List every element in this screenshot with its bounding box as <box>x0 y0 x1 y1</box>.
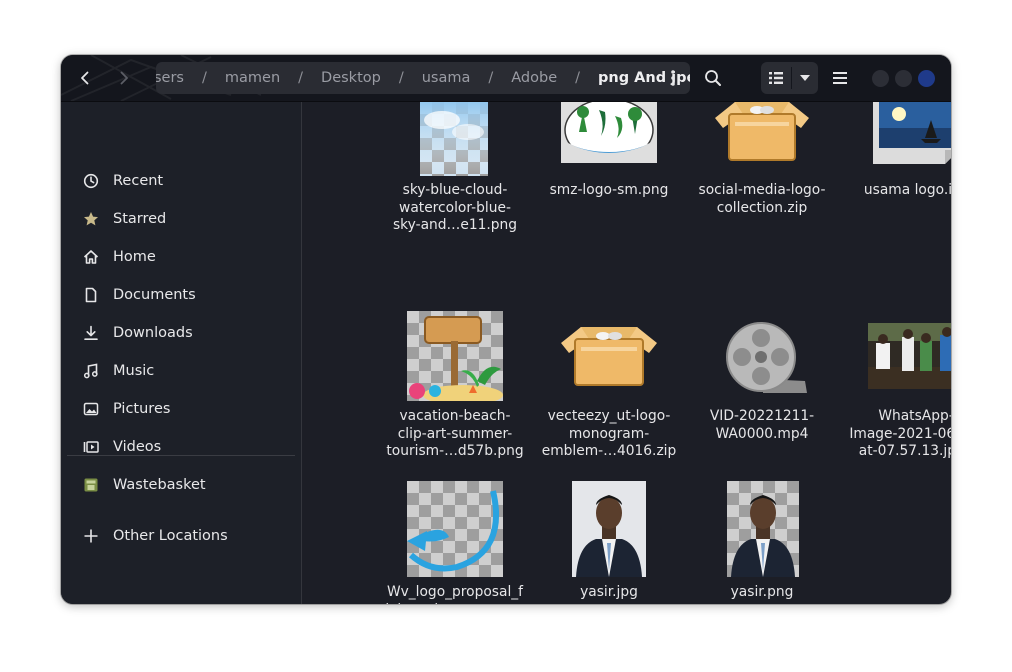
sidebar-item-label: Documents <box>113 287 196 303</box>
music-icon <box>81 361 101 381</box>
sidebar-item-music[interactable]: Music <box>69 354 293 388</box>
chevron-down-icon <box>800 75 810 81</box>
image-thumbnail <box>407 481 503 577</box>
file-name: usama logo.ico <box>863 182 951 198</box>
archive-icon <box>561 327 657 389</box>
breadcrumb-separator: / <box>298 70 304 86</box>
sidebar-item-other-locations[interactable]: Other Locations <box>69 519 293 553</box>
sidebar-item-label: Starred <box>113 211 167 227</box>
video-file-icon <box>717 321 809 393</box>
plus-icon <box>81 526 101 546</box>
main-menu-button[interactable] <box>827 64 853 92</box>
image-thumbnail <box>561 102 657 163</box>
breadcrumb-separator: / <box>575 70 581 86</box>
minimize-button[interactable] <box>872 70 889 87</box>
sidebar-item-label: Videos <box>113 439 162 455</box>
file-grid: sky-blue-cloud- watercolor-blue- sky-and… <box>302 102 951 604</box>
file-item[interactable]: yasir.jpg <box>536 481 682 604</box>
hamburger-menu-icon <box>833 72 847 84</box>
breadcrumb-users[interactable]: sers <box>156 70 188 86</box>
search-icon <box>705 70 721 86</box>
file-name: Wv_logo_proposal_f lying_plane_wo_text .… <box>385 584 524 604</box>
sidebar-item-recent[interactable]: Recent <box>69 164 293 198</box>
list-view-button[interactable] <box>761 64 791 92</box>
chevron-left-icon <box>81 71 89 85</box>
breadcrumb-usama[interactable]: usama <box>418 70 475 86</box>
sidebar-item-downloads[interactable]: Downloads <box>69 316 293 350</box>
sidebar-item-label: Other Locations <box>113 528 228 544</box>
sidebar-item-label: Recent <box>113 173 164 189</box>
file-name: smz-logo-sm.png <box>549 182 669 198</box>
back-button[interactable] <box>70 64 100 92</box>
kebab-menu-icon <box>671 70 675 86</box>
file-name: social-media-logo- collection.zip <box>698 182 826 216</box>
sidebar-item-pictures[interactable]: Pictures <box>69 392 293 426</box>
file-item[interactable]: smz-logo-sm.png <box>536 102 682 222</box>
star-icon <box>81 209 101 229</box>
list-view-icon <box>769 72 783 84</box>
file-manager-window: sers / mamen / Desktop / usama / Adobe /… <box>61 55 951 604</box>
sidebar-divider <box>67 455 295 456</box>
picture-icon <box>81 399 101 419</box>
breadcrumb-mamen[interactable]: mamen <box>221 70 284 86</box>
sidebar-item-starred[interactable]: Starred <box>69 202 293 236</box>
image-thumbnail <box>868 323 951 389</box>
sidebar-item-label: Wastebasket <box>113 477 206 493</box>
image-thumbnail <box>572 481 646 577</box>
file-name: WhatsApp- Image-2021-06-14- at-07.57.13.… <box>849 408 951 459</box>
sidebar: Recent Starred Home Documents Downloads <box>61 102 302 604</box>
file-name: yasir.png <box>730 584 794 600</box>
file-name: vacation-beach- clip-art-summer- tourism… <box>386 408 524 459</box>
headerbar: sers / mamen / Desktop / usama / Adobe /… <box>61 55 951 102</box>
sidebar-item-home[interactable]: Home <box>69 240 293 274</box>
folder-menu-button[interactable] <box>656 62 690 94</box>
download-icon <box>81 323 101 343</box>
breadcrumb-separator: / <box>202 70 207 86</box>
view-toggle-group <box>761 62 818 94</box>
image-thumbnail <box>727 481 799 577</box>
maximize-button[interactable] <box>895 70 912 87</box>
forward-button[interactable] <box>109 64 139 92</box>
document-icon <box>81 285 101 305</box>
image-thumbnail <box>871 102 951 164</box>
file-item[interactable]: social-media-logo- collection.zip <box>689 102 835 242</box>
breadcrumb-adobe[interactable]: Adobe <box>507 70 561 86</box>
view-options-dropdown[interactable] <box>792 64 818 92</box>
breadcrumb-desktop[interactable]: Desktop <box>317 70 385 86</box>
sidebar-item-wastebasket[interactable]: Wastebasket <box>69 468 293 502</box>
image-thumbnail <box>420 102 488 176</box>
sidebar-item-label: Pictures <box>113 401 171 417</box>
file-item[interactable]: sky-blue-cloud- watercolor-blue- sky-and… <box>382 102 528 242</box>
file-item[interactable]: vacation-beach- clip-art-summer- tourism… <box>382 311 528 471</box>
file-name: yasir.jpg <box>580 584 638 600</box>
sidebar-item-label: Music <box>113 363 155 379</box>
sidebar-item-videos[interactable]: Videos <box>69 430 293 464</box>
chevron-right-icon <box>120 71 128 85</box>
sidebar-item-documents[interactable]: Documents <box>69 278 293 312</box>
file-name: sky-blue-cloud- watercolor-blue- sky-and… <box>392 182 518 233</box>
path-bar: sers / mamen / Desktop / usama / Adobe /… <box>156 62 690 94</box>
file-name: VID-20221211- WA0000.mp4 <box>709 408 815 442</box>
archive-icon <box>715 102 809 164</box>
clock-icon <box>81 171 101 191</box>
file-item[interactable]: VID-20221211- WA0000.mp4 <box>689 311 835 451</box>
breadcrumb-separator: / <box>488 70 494 86</box>
file-item[interactable]: WhatsApp- Image-2021-06-14- at-07.57.13.… <box>843 311 951 471</box>
sidebar-item-label: Home <box>113 249 156 265</box>
file-item[interactable]: usama logo.ico <box>843 102 951 222</box>
search-button[interactable] <box>699 64 727 92</box>
file-item[interactable]: yasir.png <box>689 481 835 604</box>
breadcrumb-separator: / <box>398 70 404 86</box>
file-name: vecteezy_ut-logo- monogram- emblem-…4016… <box>541 408 677 459</box>
video-icon <box>81 437 101 457</box>
file-item[interactable]: vecteezy_ut-logo- monogram- emblem-…4016… <box>536 311 682 471</box>
close-button[interactable] <box>918 70 935 87</box>
sidebar-item-label: Downloads <box>113 325 193 341</box>
file-item[interactable]: Wv_logo_proposal_f lying_plane_wo_text .… <box>382 481 528 604</box>
image-thumbnail <box>407 311 503 405</box>
trash-icon <box>81 475 101 495</box>
home-icon <box>81 247 101 267</box>
